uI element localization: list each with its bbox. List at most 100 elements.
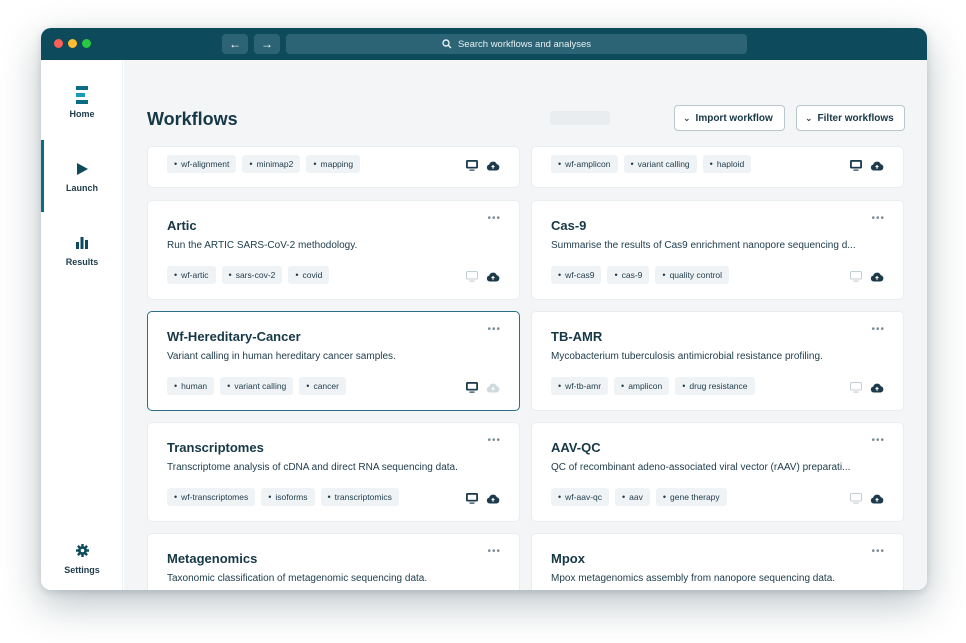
run-environment-icons: [466, 269, 500, 287]
workflow-tag: isoforms: [261, 488, 315, 506]
workflow-title: AAV-QC: [551, 440, 601, 455]
sidebar-item-label: Settings: [64, 564, 100, 575]
bar-chart-icon: [76, 234, 88, 252]
workflow-description: Summarise the results of Cas9 enrichment…: [551, 240, 856, 251]
gear-icon: [75, 542, 89, 560]
more-options-icon[interactable]: •••: [871, 324, 885, 335]
workflow-tag: mapping: [306, 155, 361, 173]
workflow-card[interactable]: Metagenomics Taxonomic classification of …: [147, 533, 520, 590]
sidebar-item-label: Results: [65, 256, 99, 267]
workflow-tag: drug resistance: [675, 377, 755, 395]
workflow-tag: wf-transcriptomes: [167, 488, 256, 506]
workflow-description: Variant calling in human hereditary canc…: [167, 351, 396, 362]
workflow-title: Artic: [167, 218, 197, 233]
main-content: Workflows ⌄ Import workflow ⌄ Filter wor…: [124, 60, 927, 590]
workflow-card[interactable]: wf-alignment minimap2 mapping: [147, 146, 520, 188]
workflow-card[interactable]: wf-amplicon variant calling haploid: [531, 146, 904, 188]
workflow-card[interactable]: Wf-Hereditary-Cancer Variant calling in h…: [147, 311, 520, 411]
workflow-card[interactable]: AAV-QC QC of recombinant adeno-associated…: [531, 422, 904, 522]
workflow-tag: minimap2: [242, 155, 301, 173]
tag-list: wf-artic sars-cov-2 covid: [167, 266, 330, 284]
workflow-title: TB-AMR: [551, 329, 603, 344]
forward-button[interactable]: →: [254, 34, 280, 54]
workflow-tag: covid: [288, 266, 330, 284]
more-options-icon[interactable]: •••: [871, 546, 885, 557]
more-options-icon[interactable]: •••: [487, 546, 501, 557]
minimize-window-button[interactable]: [68, 39, 77, 48]
more-options-icon[interactable]: •••: [871, 213, 885, 224]
tag-list: wf-tb-amr amplicon drug resistance: [551, 377, 755, 395]
scrolled-header-shadow: [550, 111, 610, 125]
cloud-icon: [870, 380, 884, 398]
workflow-card[interactable]: Transcriptomes Transcriptome analysis of …: [147, 422, 520, 522]
run-environment-icons: [466, 158, 500, 176]
cloud-icon: [486, 269, 500, 287]
tag-list: wf-alignment minimap2 mapping: [167, 155, 361, 173]
workflow-tag: gene therapy: [655, 488, 727, 506]
desktop-icon: [466, 491, 478, 509]
workflow-title: Wf-Hereditary-Cancer: [167, 329, 301, 344]
more-options-icon[interactable]: •••: [487, 324, 501, 335]
workflow-description: Run the ARTIC SARS-CoV-2 methodology.: [167, 240, 358, 251]
sidebar-item-launch[interactable]: Launch: [41, 140, 123, 212]
cloud-icon: [870, 491, 884, 509]
workflow-title: Metagenomics: [167, 551, 258, 566]
workflow-description: QC of recombinant adeno-associated viral…: [551, 462, 851, 473]
workflow-tag: transcriptomics: [320, 488, 399, 506]
title-bar: ← → Search workflows and analyses: [41, 28, 927, 60]
desktop-icon: [466, 380, 478, 398]
workflow-tag: wf-tb-amr: [551, 377, 609, 395]
desktop-icon: [850, 158, 862, 176]
workflow-tag: wf-amplicon: [551, 155, 618, 173]
sidebar-item-label: Launch: [65, 182, 98, 193]
workflow-card[interactable]: Artic Run the ARTIC SARS-CoV-2 methodolog…: [147, 200, 520, 300]
workflow-tag: wf-aav-qc: [551, 488, 609, 506]
cloud-icon: [870, 269, 884, 287]
close-window-button[interactable]: [54, 39, 63, 48]
sidebar-item-settings[interactable]: Settings: [41, 528, 123, 588]
run-environment-icons: [850, 269, 884, 287]
more-options-icon[interactable]: •••: [487, 435, 501, 446]
sidebar-item-home[interactable]: Home: [41, 72, 123, 132]
workflow-tag: cas-9: [607, 266, 650, 284]
sidebar: Home Launch Results Settings: [41, 60, 123, 590]
desktop-icon: [466, 158, 478, 176]
search-icon: [442, 39, 452, 49]
chevron-down-icon: ⌄: [805, 112, 813, 123]
page-title: Workflows: [147, 109, 238, 129]
tag-list: wf-aav-qc aav gene therapy: [551, 488, 727, 506]
tag-list: wf-cas9 cas-9 quality control: [551, 266, 730, 284]
cloud-icon: [870, 158, 884, 176]
workflow-tag: cancer: [299, 377, 346, 395]
workflow-tag: haploid: [702, 155, 752, 173]
cloud-icon: [486, 491, 500, 509]
desktop-icon: [466, 269, 478, 287]
search-input[interactable]: Search workflows and analyses: [286, 34, 747, 54]
back-button[interactable]: ←: [222, 34, 248, 54]
workflow-title: Mpox: [551, 551, 585, 566]
tag-list: human variant calling cancer: [167, 377, 346, 395]
more-options-icon[interactable]: •••: [487, 213, 501, 224]
workflow-tag: wf-alignment: [167, 155, 237, 173]
run-environment-icons: [466, 380, 500, 398]
workflow-card[interactable]: TB-AMR Mycobacterium tuberculosis antimic…: [531, 311, 904, 411]
run-environment-icons: [850, 380, 884, 398]
import-workflow-button[interactable]: ⌄ Import workflow: [674, 105, 785, 131]
workflow-card[interactable]: Cas-9 Summarise the results of Cas9 enric…: [531, 200, 904, 300]
workflow-tag: human: [167, 377, 215, 395]
workflow-tag: amplicon: [614, 377, 670, 395]
workflow-title: Transcriptomes: [167, 440, 264, 455]
workflow-title: Cas-9: [551, 218, 587, 233]
desktop-icon: [850, 269, 862, 287]
run-environment-icons: [850, 158, 884, 176]
filter-workflows-button[interactable]: ⌄ Filter workflows: [796, 105, 905, 131]
maximize-window-button[interactable]: [82, 39, 91, 48]
workflow-card[interactable]: Mpox Mpox metagenomics assembly from nano…: [531, 533, 904, 590]
tag-list: wf-amplicon variant calling haploid: [551, 155, 752, 173]
workflow-tag: variant calling: [220, 377, 294, 395]
filter-workflows-label: Filter workflows: [817, 112, 894, 124]
sidebar-item-results[interactable]: Results: [41, 220, 123, 280]
desktop-icon: [850, 491, 862, 509]
cloud-icon: [486, 158, 500, 176]
more-options-icon[interactable]: •••: [871, 435, 885, 446]
